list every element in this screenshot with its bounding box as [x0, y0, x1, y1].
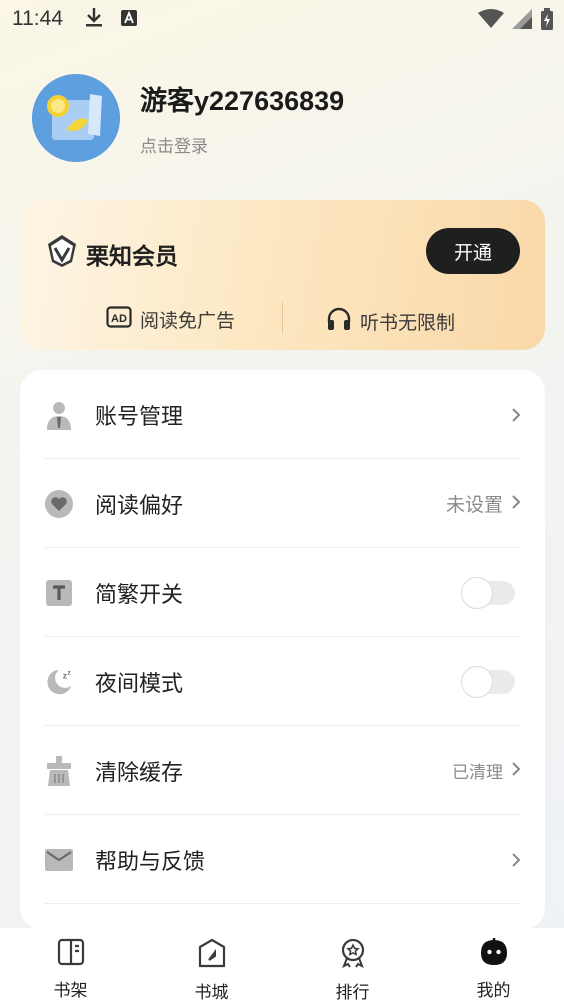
chevron-right-icon	[511, 852, 521, 868]
toggle-knob	[461, 576, 493, 609]
menu-item-label: 清除缓存	[95, 760, 184, 786]
menu-item-value-group: 未设置	[446, 490, 521, 517]
mail-icon	[44, 845, 74, 875]
login-link[interactable]: 点击登录	[140, 132, 344, 157]
toggle-knob	[461, 665, 493, 698]
person-icon	[44, 400, 74, 430]
menu-item-value: 已清理	[452, 763, 503, 783]
vip-feature-label: 听书无限制	[360, 312, 456, 334]
divider	[44, 903, 521, 904]
vip-divider	[282, 302, 283, 334]
settings-menu: 账号管理 阅读偏好 未设置 简繁开关 zz 夜间模式 清除缓存 已清理 帮助与反…	[20, 370, 545, 930]
menu-item-label: 简繁开关	[95, 582, 184, 608]
svg-text:AD: AD	[111, 313, 127, 325]
mine-icon	[479, 938, 509, 970]
svg-text:z: z	[63, 670, 67, 680]
vip-open-button[interactable]: 开通	[426, 228, 520, 274]
menu-item-night-mode: zz 夜间模式	[20, 637, 545, 726]
vip-logo-icon	[46, 234, 78, 274]
traditional-toggle[interactable]	[461, 576, 515, 609]
menu-item-label: 阅读偏好	[95, 493, 184, 519]
vip-feature-no-ads: AD 阅读免广告	[106, 306, 235, 333]
menu-item-account[interactable]: 账号管理	[20, 370, 545, 459]
moon-icon: zz	[44, 667, 74, 697]
text-t-icon	[44, 578, 74, 608]
tab-label: 我的	[476, 981, 511, 1001]
download-icon	[85, 6, 103, 33]
chevron-right-icon	[511, 493, 521, 515]
tab-label: 书架	[53, 981, 88, 1001]
menu-item-value-group: 已清理	[452, 758, 521, 783]
tab-label: 书城	[194, 983, 229, 1003]
chevron-right-icon	[511, 760, 521, 782]
headphones-icon	[326, 306, 360, 337]
bookshelf-icon	[57, 938, 85, 970]
tab-mine[interactable]: 我的	[423, 928, 564, 1004]
tab-bookstore[interactable]: 书城	[141, 928, 282, 1004]
wifi-icon	[478, 9, 504, 34]
menu-item-label: 账号管理	[95, 404, 184, 430]
bookstore-icon	[198, 938, 226, 972]
ad-icon: AD	[106, 306, 140, 333]
ranking-icon	[338, 938, 368, 972]
menu-item-reading-preference[interactable]: 阅读偏好 未设置	[20, 459, 545, 548]
battery-icon	[540, 8, 554, 35]
menu-item-value: 未设置	[445, 494, 503, 516]
menu-item-help-feedback[interactable]: 帮助与反馈	[20, 815, 545, 904]
night-mode-toggle[interactable]	[461, 665, 515, 698]
broom-icon	[44, 755, 74, 786]
vip-feature-audiobook: 听书无限制	[326, 306, 455, 337]
tab-bookshelf[interactable]: 书架	[0, 928, 141, 1004]
vip-feature-label: 阅读免广告	[140, 310, 236, 332]
username: 游客y227636839	[140, 86, 345, 116]
svg-text:z: z	[67, 669, 71, 676]
status-time: 11:44	[12, 7, 63, 30]
tab-ranking[interactable]: 排行	[282, 928, 423, 1004]
menu-item-clear-cache[interactable]: 清除缓存 已清理	[20, 726, 545, 815]
tab-label: 排行	[335, 983, 370, 1003]
signal-icon	[512, 9, 532, 34]
bottom-tab-bar: 书架 书城 排行 我的	[0, 928, 564, 1004]
vip-title: 栗知会员	[86, 244, 178, 270]
avatar[interactable]	[32, 74, 120, 162]
status-bar: 11:44	[0, 0, 564, 38]
vip-card[interactable]: 栗知会员 开通 AD 阅读免广告 听书无限制	[20, 200, 545, 350]
menu-item-label: 帮助与反馈	[95, 849, 206, 875]
vip-title-group: 栗知会员	[46, 234, 178, 274]
keyboard-a-icon	[121, 7, 137, 31]
menu-item-label: 夜间模式	[95, 671, 184, 697]
heart-icon	[44, 489, 74, 519]
profile-section[interactable]: 游客y227636839 点击登录	[32, 74, 344, 162]
chevron-right-icon	[511, 407, 521, 423]
menu-item-traditional-simplified: 简繁开关	[20, 548, 545, 637]
